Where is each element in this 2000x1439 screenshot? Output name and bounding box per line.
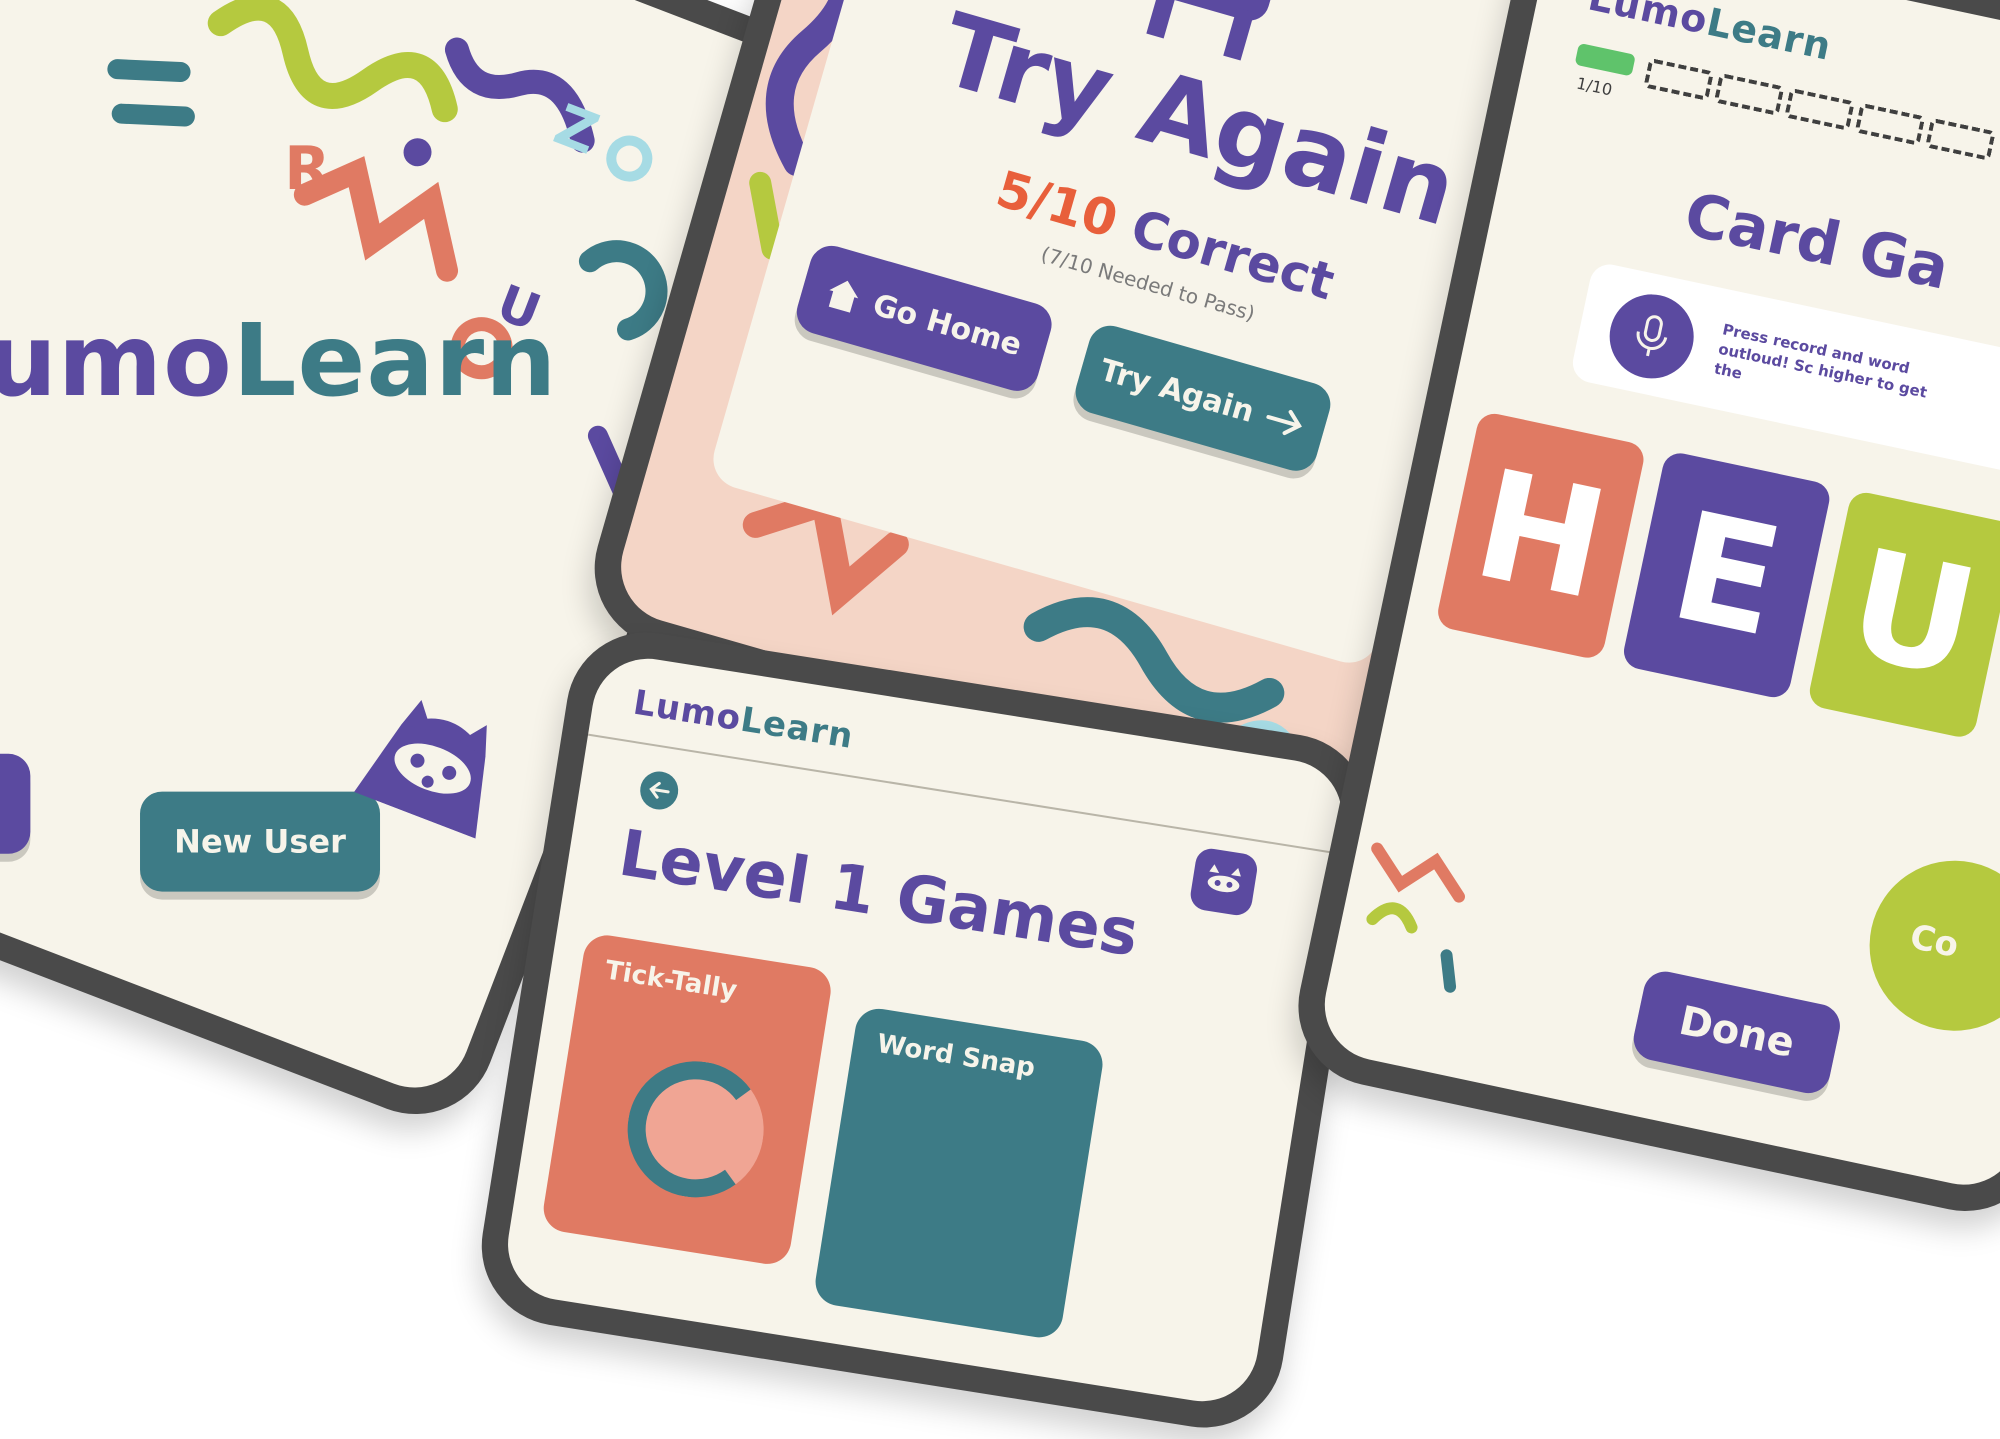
done-button[interactable]: Done <box>1629 967 1845 1098</box>
back-arrow-icon <box>649 781 670 799</box>
letter-tile[interactable]: U <box>1806 489 2000 741</box>
raccoon-icon <box>1207 864 1241 893</box>
logo-lumo: Lumo <box>1584 0 1712 43</box>
progress-segment <box>1643 57 1715 101</box>
instruction-text: Press record and word outloud! Sc higher… <box>1712 320 1929 402</box>
progress-segment <box>1713 72 1785 116</box>
progress-segment <box>1925 117 1996 161</box>
done-label: Done <box>1675 997 1799 1067</box>
logo-learn: Learn <box>1702 0 1836 69</box>
new-user-label: New User <box>174 822 346 861</box>
game-card-label: Word Snap <box>874 1028 1038 1084</box>
new-user-button[interactable]: New User <box>140 791 381 892</box>
try-again-label: Try Again <box>1096 352 1259 430</box>
profile-button[interactable] <box>1188 846 1260 918</box>
progress-segment <box>1574 42 1636 77</box>
progress-segment <box>1784 87 1855 131</box>
badge-text: Co <box>1906 916 1963 966</box>
score-value: 5/10 <box>990 159 1124 250</box>
letter-tile[interactable]: H <box>1434 410 1647 662</box>
try-again-button[interactable]: Try Again <box>1070 320 1336 476</box>
microphone-icon <box>1636 315 1668 357</box>
progress-text: 1/10 <box>1574 73 1614 100</box>
welcome-logo: LumoLearn <box>0 302 557 419</box>
logo-lumo: Lumo <box>630 682 745 740</box>
star-badge-icon: Co <box>1853 844 2000 1047</box>
levels-tablet: LumoLearn Level 1 Games Tick-Tally Word … <box>470 620 1380 1439</box>
record-button[interactable] <box>1601 286 1702 387</box>
levels-screen: LumoLearn Level 1 Games Tick-Tally Word … <box>499 650 1351 1410</box>
logo-learn: Learn <box>737 699 857 757</box>
arrow-right-icon <box>1266 410 1303 436</box>
progress-segment <box>1854 102 1926 146</box>
logo-letter-r: R <box>284 133 331 204</box>
game-card-word-snap[interactable]: Word Snap <box>812 1005 1106 1341</box>
game-card-tick-tally[interactable]: Tick-Tally <box>540 931 835 1268</box>
go-home-button[interactable]: Go Home <box>791 240 1057 397</box>
squiggle-decorations <box>1366 842 1465 993</box>
game-art <box>617 1051 774 1208</box>
existing-user-button[interactable] <box>0 753 31 854</box>
game-title: Card Ga <box>1678 179 1956 304</box>
go-home-label: Go Home <box>868 287 1026 363</box>
back-button[interactable] <box>637 768 681 813</box>
game-card-label: Tick-Tally <box>603 955 740 1006</box>
logo-learn: Learn <box>232 302 558 420</box>
logo-lumo: Lumo <box>0 302 233 420</box>
home-icon <box>829 280 859 313</box>
letter-tile[interactable]: E <box>1620 449 1833 701</box>
